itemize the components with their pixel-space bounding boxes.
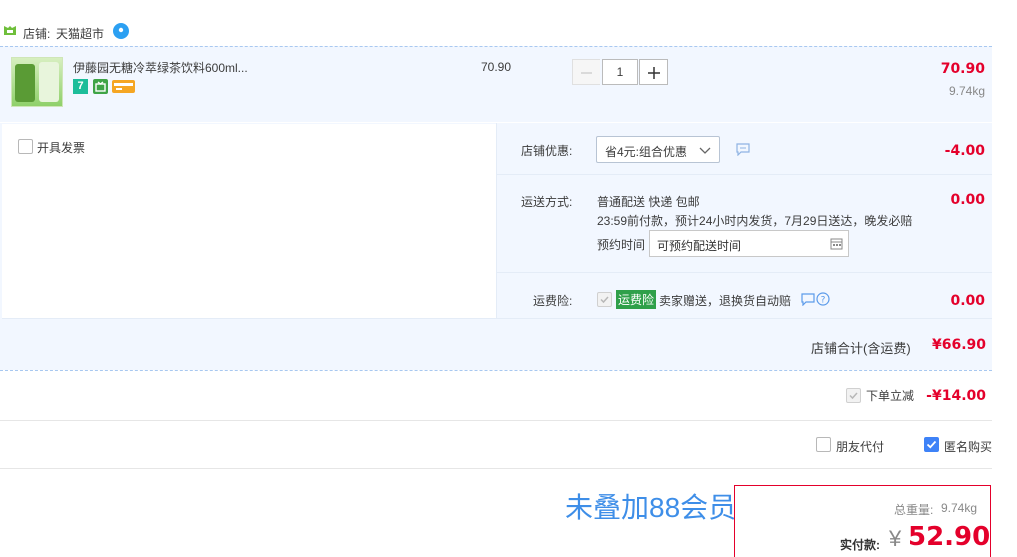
insurance-checkbox [597,292,612,307]
section-divider [0,370,992,371]
payment-summary-box: 总重量: 9.74kg 实付款: ¥ 52.90 [734,485,991,557]
shop-name-link[interactable]: 天猫超市 [56,25,104,42]
appoint-label: 预约时间 [597,238,646,252]
item-weight: 9.74kg [948,84,985,98]
svg-text:?: ? [821,296,826,306]
instant-discount-checkbox [846,388,861,403]
delivery-label: 运送方式: [521,195,573,209]
product-title-link[interactable]: 伊藤园无糖冷萃绿茶饮料600ml... [73,59,248,76]
item-row: 伊藤园无糖冷萃绿茶饮料600ml... 7 70.90 1 70.90 9.74… [0,46,992,122]
pay-amount: 52.90 [908,522,991,552]
tmall-icon [3,25,17,40]
shop-total-amount: ¥66.90 [931,337,986,353]
shop-prefix: 店铺: [23,27,51,41]
increase-button[interactable] [639,59,668,85]
shop-discount-label: 店铺优惠: [521,144,573,158]
anonymous-checkbox[interactable] [924,437,939,452]
delivery-method: 普通配送 快递 包邮 [597,195,700,209]
invoice-label: 开具发票 [37,141,86,155]
friend-pay-checkbox[interactable] [816,437,831,452]
total-weight-value: 9.74kg [941,501,978,515]
options-bottom-line [2,318,992,319]
shop-header: 店铺: 天猫超市 [0,20,300,44]
total-weight-label: 总重量: [894,503,934,517]
help-icon[interactable]: ? [816,292,830,309]
discount-select[interactable]: 省4元:组合优惠 [596,136,720,163]
invoice-checkbox[interactable] [18,139,33,154]
pay-currency: ¥ [889,526,902,551]
badge-7-icon: 7 [73,79,88,94]
section-divider [0,468,992,469]
instant-discount-label: 下单立减 [866,389,915,403]
section-divider [0,420,992,421]
discount-select-value: 省4元:组合优惠 [605,145,688,159]
insurance-tag: 运费险 [616,290,657,309]
chat-bubble-icon[interactable] [112,22,130,43]
friend-pay-label: 朋友代付 [836,440,885,454]
insurance-label: 运费险: [533,294,573,308]
item-total: 70.90 [940,61,985,77]
insurance-desc: 卖家赠送，退换货自动赔 [659,294,792,308]
instant-discount-amount: -¥14.00 [926,388,986,404]
unit-price: 70.90 [481,60,512,74]
message-icon[interactable] [736,143,750,159]
quantity-input[interactable]: 1 [602,59,638,85]
chevron-down-icon [699,145,711,159]
product-thumbnail[interactable] [11,57,63,107]
card-badge-icon [112,80,135,93]
gift-badge-icon [93,79,108,94]
discount-amount: -4.00 [944,143,985,159]
calendar-icon[interactable] [830,237,843,253]
delivery-detail: 23:59前付款，预计24小时内发货，7月29日送达，晚发必赔 [597,214,913,228]
appoint-time-input[interactable]: 可预约配送时间 [649,230,849,257]
shop-total-label: 店铺合计(含运费) [811,341,911,356]
delivery-fee: 0.00 [950,192,985,208]
anonymous-label: 匿名购买 [944,440,993,454]
insurance-fee: 0.00 [950,293,985,309]
pay-label: 实付款: [840,538,880,552]
appoint-time-placeholder: 可预约配送时间 [657,239,742,253]
message-icon[interactable] [801,293,815,309]
decrease-button[interactable] [572,59,600,85]
